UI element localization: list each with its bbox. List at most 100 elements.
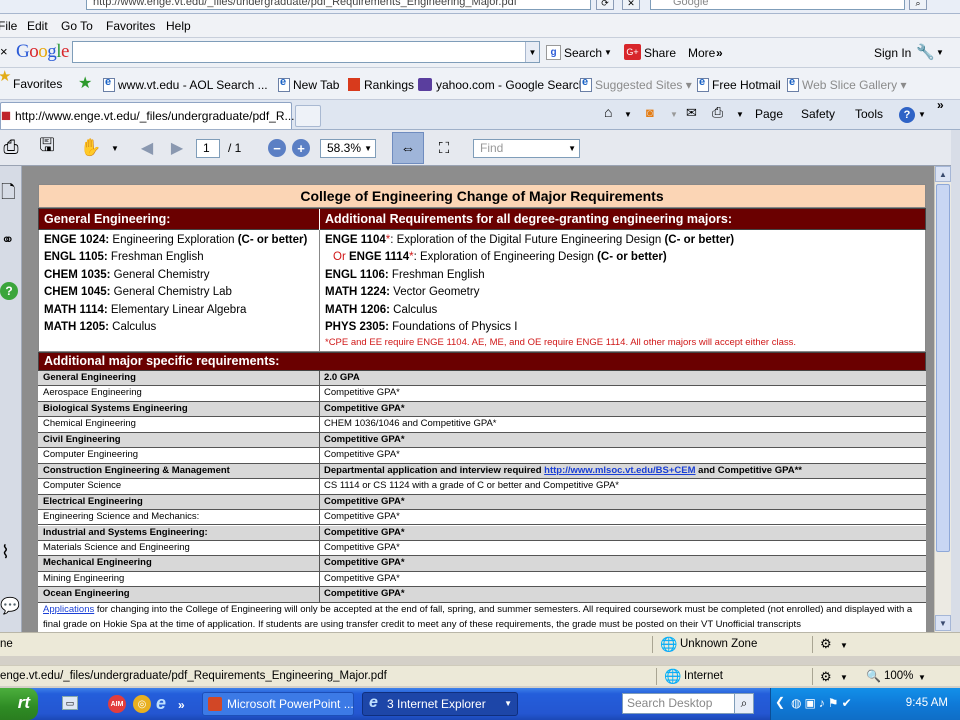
- refresh-icon[interactable]: ⟳: [596, 0, 614, 10]
- chevron-down-icon[interactable]: ▼: [936, 48, 944, 57]
- ie-icon: e: [369, 694, 378, 711]
- fav-item-aol[interactable]: www.vt.edu - AOL Search ...: [103, 76, 268, 92]
- zoom-level[interactable]: 100%: [884, 670, 913, 682]
- page-tools-icon[interactable]: ✋: [80, 137, 102, 159]
- help-icon[interactable]: ?: [0, 282, 18, 300]
- attachment-icon[interactable]: ⌇: [1, 542, 10, 563]
- chevron-down-icon[interactable]: ▼: [840, 673, 848, 682]
- tools-menu[interactable]: Tools: [855, 107, 883, 121]
- chevron-down-icon[interactable]: ▼: [918, 110, 926, 119]
- find-input[interactable]: Find ▼: [473, 139, 580, 158]
- double-chevron-icon[interactable]: »: [178, 698, 185, 712]
- scroll-up-icon[interactable]: ▲: [935, 166, 951, 182]
- ie-quicklaunch-icon[interactable]: e: [156, 693, 166, 714]
- aim-icon[interactable]: AIM: [108, 695, 126, 713]
- column-divider: [319, 494, 320, 510]
- add-favorite-icon[interactable]: ★: [78, 73, 92, 93]
- help-icon[interactable]: ?: [899, 107, 915, 123]
- chevron-down-icon[interactable]: ▼: [918, 673, 926, 682]
- show-desktop-icon[interactable]: ▭: [62, 696, 78, 710]
- print-icon[interactable]: ⎙: [712, 104, 723, 121]
- applications-link[interactable]: Applications: [43, 604, 94, 615]
- chevron-down-icon[interactable]: ▼: [670, 110, 678, 119]
- taskbar-item-powerpoint[interactable]: Microsoft PowerPoint ...: [202, 692, 354, 716]
- chevron-down-icon[interactable]: ▼: [104, 137, 126, 159]
- address-bar[interactable]: http://www.enge.vt.edu/_files/undergradu…: [86, 0, 591, 10]
- next-page-icon[interactable]: ▶: [166, 137, 188, 159]
- chevron-down-icon[interactable]: ▼: [624, 110, 632, 119]
- share-button[interactable]: Share: [644, 46, 676, 60]
- menu-goto[interactable]: Go To: [61, 19, 93, 33]
- search-icon[interactable]: ⌕: [909, 0, 927, 10]
- google-search-input[interactable]: ▼: [72, 41, 540, 63]
- chrome-icon[interactable]: ◎: [133, 695, 151, 713]
- scroll-down-icon[interactable]: ▼: [935, 615, 951, 631]
- rss-icon[interactable]: ◙: [646, 105, 654, 120]
- fit-page-icon[interactable]: ⛶: [430, 134, 458, 162]
- globe-icon: 🌐: [664, 668, 682, 684]
- fav-item-new-tab[interactable]: New Tab: [278, 76, 339, 92]
- chevron-down-icon[interactable]: ▼: [736, 110, 744, 119]
- close-toolbar-icon[interactable]: ×: [0, 44, 8, 59]
- fav-item-hotmail[interactable]: Free Hotmail: [697, 76, 781, 92]
- course-name: Calculus: [108, 320, 157, 333]
- scroll-thumb[interactable]: [936, 184, 950, 552]
- tab-pdf[interactable]: ◼ http://www.enge.vt.edu/_files/undergra…: [0, 102, 295, 129]
- home-icon[interactable]: ⌂: [604, 104, 612, 120]
- vertical-scrollbar[interactable]: ▲ ▼: [934, 166, 951, 632]
- menu-file[interactable]: File: [0, 19, 17, 33]
- protected-mode-icon[interactable]: ⚙: [820, 669, 832, 685]
- chevron-left-icon[interactable]: ❮: [775, 695, 785, 709]
- zoom-in-icon[interactable]: +: [292, 139, 310, 157]
- course-code: ENGL 1105:: [44, 251, 108, 264]
- binoculars-icon[interactable]: ⚭: [1, 230, 14, 250]
- zoom-out-icon[interactable]: −: [268, 139, 286, 157]
- start-button[interactable]: rt: [0, 688, 38, 720]
- google-search-button[interactable]: Search: [564, 46, 602, 60]
- fav-item-rankings[interactable]: Rankings: [348, 78, 414, 92]
- page-number-input[interactable]: 1: [196, 139, 220, 158]
- column-divider: [319, 479, 320, 495]
- wrench-icon[interactable]: 🔧: [916, 43, 935, 61]
- save-icon[interactable]: 🖫: [36, 135, 58, 159]
- chevron-down-icon[interactable]: ▼: [840, 641, 848, 650]
- pdf-viewport[interactable]: College of Engineering Change of Major R…: [22, 166, 934, 632]
- chevron-down-icon[interactable]: ▼: [604, 48, 612, 57]
- pages-icon[interactable]: 🗋: [1, 180, 15, 210]
- cem-link[interactable]: http://www.mlsoc.vt.edu/BS+CEM: [544, 465, 695, 476]
- fav-item-web-slice[interactable]: Web Slice Gallery ▾: [787, 76, 907, 92]
- previous-page-icon[interactable]: ◀: [136, 137, 158, 159]
- major-heading-row: Additional major specific requirements:: [38, 352, 926, 371]
- search-box[interactable]: Google: [650, 0, 905, 10]
- fav-item-suggested-sites[interactable]: Suggested Sites ▾: [580, 76, 692, 92]
- safety-menu[interactable]: Safety: [801, 107, 835, 121]
- page-menu[interactable]: Page: [755, 107, 783, 121]
- menu-help[interactable]: Help: [166, 19, 191, 33]
- comments-icon[interactable]: 💬: [0, 596, 20, 616]
- fav-item-yahoo[interactable]: yahoo.com - Google Search: [418, 78, 585, 92]
- mail-icon[interactable]: ✉: [686, 105, 697, 121]
- chevron-down-icon[interactable]: ▼: [568, 140, 576, 157]
- general-course-0: ENGE 1024: Engineering Exploration (C- o…: [44, 232, 319, 249]
- favorites-button[interactable]: Favorites: [13, 77, 62, 91]
- more-button[interactable]: More: [688, 46, 715, 60]
- print-icon[interactable]: ⎙: [0, 137, 22, 159]
- protected-mode-icon[interactable]: ⚙: [820, 636, 832, 652]
- double-chevron-icon[interactable]: »: [937, 98, 944, 112]
- chevron-down-icon[interactable]: ▼: [525, 42, 539, 62]
- tray-icons[interactable]: ◍▣♪⚑✔: [791, 696, 855, 710]
- course-name: General Chemistry Lab: [110, 286, 232, 299]
- stop-icon[interactable]: ✕: [622, 0, 640, 10]
- course-code: MATH 1205:: [44, 320, 109, 333]
- course-code: ENGE 1114: [348, 251, 410, 264]
- search-icon[interactable]: ⌕: [734, 693, 754, 714]
- sign-in-button[interactable]: Sign In: [874, 46, 911, 60]
- menu-edit[interactable]: Edit: [27, 19, 48, 33]
- fit-width-icon[interactable]: ⇔: [392, 132, 424, 164]
- chevron-down-icon[interactable]: ▼: [364, 140, 372, 157]
- major-heading: Additional major specific requirements:: [44, 354, 280, 368]
- menu-favorites[interactable]: Favorites: [106, 19, 155, 33]
- new-tab-button[interactable]: [295, 105, 321, 127]
- zoom-input[interactable]: 58.3% ▼: [320, 139, 376, 158]
- taskbar-item-internet-explorer[interactable]: e 3 Internet Explorer ▼: [362, 692, 518, 716]
